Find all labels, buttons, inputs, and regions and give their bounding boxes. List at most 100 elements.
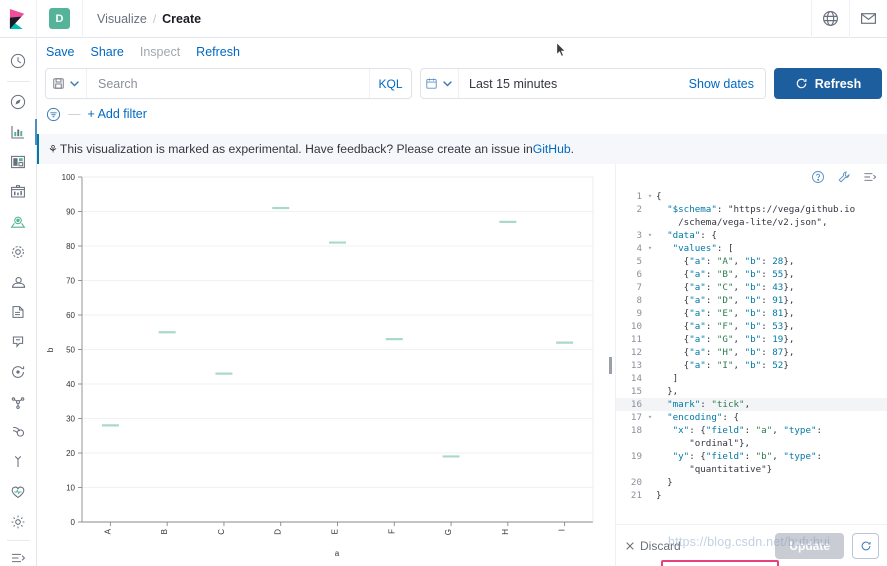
nav-divider: [7, 81, 30, 82]
collapse-editor-button[interactable]: [863, 170, 877, 184]
add-filter-button[interactable]: + Add filter: [88, 107, 147, 121]
code-line[interactable]: 8 {"a": "D", "b": 91},: [616, 294, 887, 307]
date-quick-select-button[interactable]: [421, 69, 459, 98]
sidebar-item-uptime[interactable]: [0, 357, 37, 387]
filter-options-button[interactable]: [46, 107, 61, 122]
save-button[interactable]: Save: [46, 45, 75, 59]
fold-toggle[interactable]: ▾: [646, 229, 654, 242]
line-number: 14: [616, 372, 646, 385]
sidebar-item-canvas[interactable]: [0, 177, 37, 207]
code-line[interactable]: 16 "mark": "tick",: [616, 398, 887, 411]
search-input[interactable]: [87, 69, 369, 98]
code-line[interactable]: /schema/vega-lite/v2.json",: [616, 216, 887, 229]
clock-icon: [10, 53, 26, 69]
vega-tools-button[interactable]: [837, 170, 851, 184]
sidebar-item-recently-viewed[interactable]: [0, 46, 37, 76]
code-line[interactable]: 21}: [616, 489, 887, 502]
vega-code-editor[interactable]: 1▾{2 "$schema": "https://vega/github.io …: [616, 190, 887, 530]
code-line[interactable]: 4▾ "values": [: [616, 242, 887, 255]
code-line[interactable]: 17▾ "encoding": {: [616, 411, 887, 424]
question-circle-icon: [811, 170, 825, 184]
code-line[interactable]: 1▾{: [616, 190, 887, 203]
panel-resize-handle[interactable]: [605, 164, 615, 566]
editor-toolbar: [616, 164, 887, 190]
auto-apply-button[interactable]: [852, 533, 879, 559]
code-line[interactable]: "quantitative"}: [616, 463, 887, 476]
sidebar-item-settings[interactable]: [0, 507, 37, 537]
query-refresh-button[interactable]: Refresh: [774, 68, 882, 99]
sidebar-item-logs[interactable]: [0, 297, 37, 327]
code-line[interactable]: 18 "x": {"field": "a", "type":: [616, 424, 887, 437]
code-line[interactable]: 14 ]: [616, 372, 887, 385]
map-marker-icon: [10, 214, 26, 230]
line-number: 20: [616, 476, 646, 489]
fold-toggle[interactable]: ▾: [646, 190, 654, 203]
code-line[interactable]: 20 }: [616, 476, 887, 489]
show-dates-button[interactable]: Show dates: [689, 69, 765, 98]
code-line[interactable]: 7 {"a": "C", "b": 43},: [616, 281, 887, 294]
sidebar-item-discover[interactable]: [0, 87, 37, 117]
vega-help-button[interactable]: [811, 170, 825, 184]
inspect-button[interactable]: Inspect: [140, 45, 180, 59]
code-line[interactable]: 9 {"a": "E", "b": 81},: [616, 307, 887, 320]
fold-toggle[interactable]: ▾: [646, 242, 654, 255]
sidebar-item-machine-learning[interactable]: [0, 237, 37, 267]
code-line[interactable]: 13 {"a": "I", "b": 52}: [616, 359, 887, 372]
code-text: "values": [: [654, 242, 887, 255]
code-text: "mark": "tick",: [654, 398, 887, 411]
sidebar-item-graph[interactable]: [0, 417, 37, 447]
code-text: {"a": "C", "b": 43},: [654, 281, 887, 294]
compass-icon: [10, 94, 26, 110]
line-number: 9: [616, 307, 646, 320]
sidebar-item-dev-tools[interactable]: [0, 477, 37, 507]
code-line[interactable]: 19 "y": {"field": "b", "type":: [616, 450, 887, 463]
line-number: 8: [616, 294, 646, 307]
github-link[interactable]: GitHub: [533, 142, 571, 156]
kibana-logo[interactable]: [0, 0, 37, 38]
newsfeed-button[interactable]: [849, 0, 887, 38]
code-line[interactable]: 12 {"a": "H", "b": 87},: [616, 346, 887, 359]
breadcrumb-visualize[interactable]: Visualize: [97, 12, 147, 26]
code-line[interactable]: 2 "$schema": "https://vega/github.io: [616, 203, 887, 216]
sidebar-item-dashboard[interactable]: [0, 147, 37, 177]
sidebar-item-visualize[interactable]: [0, 117, 37, 147]
sidebar-item-collapse-nav[interactable]: [0, 543, 37, 566]
line-number: 19: [616, 450, 646, 463]
collapse-icon: [10, 550, 26, 566]
line-number: 10: [616, 320, 646, 333]
collapse-panel-icon: [863, 170, 877, 184]
breadcrumb-create: Create: [162, 12, 201, 26]
code-line[interactable]: 10 {"a": "F", "b": 53},: [616, 320, 887, 333]
query-language-button[interactable]: KQL: [369, 69, 411, 98]
fold-toggle[interactable]: ▾: [646, 411, 654, 424]
help-button[interactable]: [811, 0, 849, 38]
siem-icon: [10, 394, 26, 410]
discard-button[interactable]: Discard: [625, 539, 681, 553]
logs-icon: [10, 304, 26, 320]
update-button[interactable]: Update: [775, 533, 844, 559]
sidebar-item-maps[interactable]: [0, 207, 37, 237]
sidebar-item-siem[interactable]: [0, 387, 37, 417]
code-line[interactable]: "ordinal"},: [616, 437, 887, 450]
sidebar-item-apm[interactable]: [0, 327, 37, 357]
refresh-button[interactable]: Refresh: [196, 45, 240, 59]
calendar-icon: [425, 77, 438, 90]
beaker-icon: ⚘: [48, 143, 58, 156]
code-line[interactable]: 15 },: [616, 385, 887, 398]
grip-icon: [609, 357, 612, 374]
heart-icon: [10, 484, 26, 500]
date-range-text[interactable]: Last 15 minutes: [459, 69, 689, 98]
code-line[interactable]: 3▾ "data": {: [616, 229, 887, 242]
code-line[interactable]: 11 {"a": "G", "b": 19},: [616, 333, 887, 346]
space-switcher[interactable]: D: [37, 0, 83, 38]
uptime-icon: [10, 364, 26, 380]
global-header: D Visualize / Create: [0, 0, 887, 38]
tick-chart[interactable]: 0102030405060708090100 ABCDEFGHI b a: [37, 164, 609, 566]
sidebar-item-infrastructure[interactable]: [0, 267, 37, 297]
sidebar-item-monitoring[interactable]: [0, 447, 37, 477]
svg-text:40: 40: [66, 380, 75, 389]
code-line[interactable]: 6 {"a": "B", "b": 55},: [616, 268, 887, 281]
saved-query-button[interactable]: [46, 69, 87, 98]
code-line[interactable]: 5 {"a": "A", "b": 28},: [616, 255, 887, 268]
share-button[interactable]: Share: [91, 45, 124, 59]
